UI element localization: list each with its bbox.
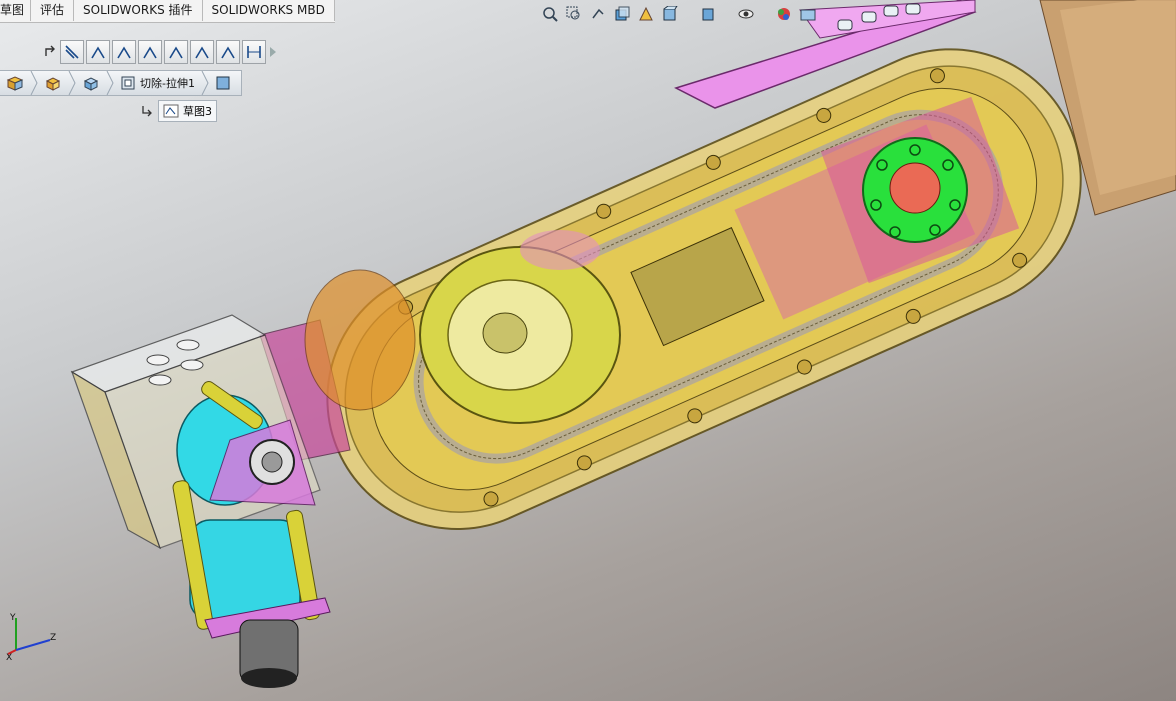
section-view-icon[interactable] [612, 4, 632, 24]
part-icon[interactable] [0, 71, 30, 95]
sketch-plane-icon[interactable] [209, 71, 237, 95]
hide-show-icon[interactable] [736, 4, 756, 24]
view-orientation-icon[interactable] [660, 4, 680, 24]
feature-label: 切除-拉伸1 [140, 77, 195, 90]
distance-icon[interactable] [242, 40, 266, 64]
breadcrumb-sketch[interactable]: 草图3 [158, 100, 217, 122]
angle-icon[interactable] [86, 40, 110, 64]
triad-x-label: X [6, 653, 12, 662]
breadcrumb: 切除-拉伸1 [0, 70, 242, 96]
heads-up-view-toolbar [540, 4, 818, 24]
breadcrumb-separator [106, 71, 114, 95]
triad-y-label: Y [9, 613, 16, 623]
reference-triad: Y Z X [6, 613, 56, 662]
child-arrow-icon [142, 106, 152, 117]
display-style-icon[interactable] [698, 4, 718, 24]
breadcrumb-child: 草图3 [140, 100, 217, 122]
angle-icon[interactable] [190, 40, 214, 64]
command-manager-tabs: 草图 评估 SOLIDWORKS 插件 SOLIDWORKS MBD [0, 0, 335, 23]
breadcrumb-feature[interactable]: 切除-拉伸1 [114, 71, 201, 95]
angle-icon[interactable] [164, 40, 188, 64]
tab-solidworks-mbd[interactable]: SOLIDWORKS MBD [203, 0, 335, 21]
edit-appearance-icon[interactable] [774, 4, 794, 24]
breadcrumb-separator [201, 71, 209, 95]
angle-icon[interactable] [138, 40, 162, 64]
tab-solidworks-addins[interactable]: SOLIDWORKS 插件 [74, 0, 203, 21]
breadcrumb-separator [68, 71, 76, 95]
angle-icon[interactable] [216, 40, 240, 64]
apply-scene-icon[interactable] [798, 4, 818, 24]
sketch-label: 草图3 [183, 105, 212, 118]
dynamic-annotation-icon[interactable] [636, 4, 656, 24]
solid-body-icon[interactable] [76, 71, 106, 95]
breadcrumb-separator [30, 71, 38, 95]
zoom-to-fit-icon[interactable] [540, 4, 560, 24]
zoom-area-icon[interactable] [564, 4, 584, 24]
cut-extrude-icon [121, 76, 135, 90]
arrow-icon [45, 45, 55, 56]
tab-sketch[interactable]: 草图 [0, 0, 32, 21]
tab-evaluate[interactable]: 评估 [31, 0, 75, 21]
triad-z-label: Z [50, 633, 56, 643]
line-icon[interactable] [60, 40, 84, 64]
previous-view-icon[interactable] [588, 4, 608, 24]
sketch-relations-toolbar [44, 40, 278, 64]
body-icon[interactable] [38, 71, 68, 95]
angle-icon[interactable] [112, 40, 136, 64]
sketch-icon [163, 104, 179, 118]
chevron-right-icon[interactable] [268, 44, 278, 60]
